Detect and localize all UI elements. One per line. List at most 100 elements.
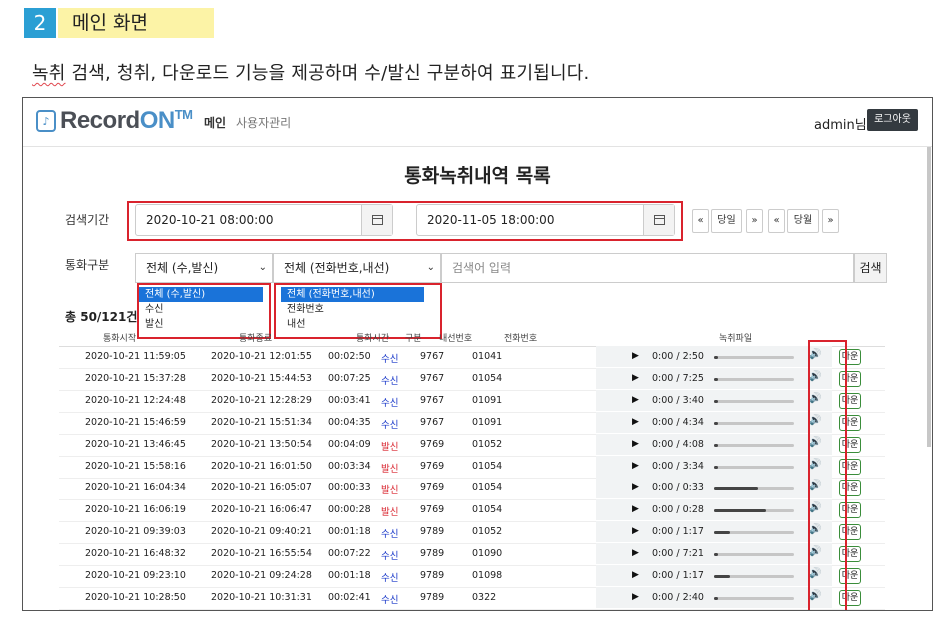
download-button[interactable]: 다운 [839,502,861,519]
cell-extension: 9767 [420,372,445,384]
cell-end: 2020-10-21 13:50:54 [211,438,312,450]
audio-progress-track[interactable] [714,553,794,557]
audio-progress-track[interactable] [714,596,794,600]
audio-progress-track[interactable] [714,399,794,403]
this-month-button[interactable]: 당월 [787,209,819,233]
volume-icon[interactable]: 🔊 [809,437,821,448]
download-button[interactable]: 다운 [839,392,861,409]
cell-start: 2020-10-21 15:37:28 [85,372,186,384]
date-from-input[interactable]: 2020-10-21 08:00:00 [135,204,393,236]
download-button[interactable]: 다운 [839,480,861,497]
download-button[interactable]: 다운 [839,349,861,365]
number-type-select[interactable]: 전체 (전화번호,내선) ⌄ [273,253,441,283]
dropdown-option[interactable]: 전체 (전화번호,내선) [281,287,424,302]
play-icon[interactable]: ▶ [632,592,639,602]
audio-progress-track[interactable] [714,356,794,359]
audio-progress-track[interactable] [714,377,794,381]
next-day-button[interactable]: » [746,209,763,233]
audio-player[interactable]: ▶ 0:00 / 1:17 🔊 [596,521,832,543]
download-button[interactable]: 다운 [839,524,861,541]
play-icon[interactable]: ▶ [632,526,639,536]
audio-progress-track[interactable] [714,487,794,491]
dropdown-option[interactable]: 수신 [139,302,263,317]
audio-player[interactable]: ▶ 0:00 / 4:34 🔊 [596,411,832,433]
nav-main[interactable]: 메인 [204,114,226,131]
prev-day-button[interactable]: « [692,209,709,233]
volume-icon[interactable]: 🔊 [809,393,821,404]
audio-progress-track[interactable] [714,575,794,578]
audio-progress-track[interactable] [714,509,794,513]
volume-icon[interactable]: 🔊 [809,546,821,557]
audio-progress-track[interactable] [714,443,794,447]
today-button[interactable]: 당일 [711,209,742,233]
play-icon[interactable]: ▶ [632,395,639,405]
volume-icon[interactable]: 🔊 [809,349,821,360]
volume-icon[interactable]: 🔊 [809,590,821,601]
audio-player[interactable]: ▶ 0:00 / 3:40 🔊 [596,389,832,411]
audio-player[interactable]: ▶ 0:00 / 2:50 🔊 [596,346,832,367]
audio-player[interactable]: ▶ 0:00 / 1:17 🔊 [596,565,832,586]
audio-time: 0:00 / 7:25 [652,372,704,384]
next-month-button[interactable]: » [822,209,839,233]
play-icon[interactable]: ▶ [632,461,639,471]
play-icon[interactable]: ▶ [632,482,639,492]
volume-icon[interactable]: 🔊 [809,502,821,513]
calendar-icon[interactable] [361,205,392,235]
volume-icon[interactable]: 🔊 [809,415,821,426]
audio-player[interactable]: ▶ 0:00 / 3:34 🔊 [596,455,832,477]
download-button[interactable]: 다운 [839,589,861,606]
volume-icon[interactable]: 🔊 [809,459,821,470]
table-row: 2020-10-21 15:37:28 2020-10-21 15:44:53 00… [59,367,885,391]
audio-player[interactable]: ▶ 0:00 / 7:25 🔊 [596,367,832,389]
logo-suffix: ON [139,107,176,134]
audio-player[interactable]: ▶ 0:00 / 4:08 🔊 [596,433,832,455]
search-button[interactable]: 검색 [854,253,887,283]
date-to-input[interactable]: 2020-11-05 18:00:00 [416,204,675,236]
cell-direction: 발신 [381,463,399,475]
play-icon[interactable]: ▶ [632,417,639,427]
play-icon[interactable]: ▶ [632,351,639,361]
volume-icon[interactable]: 🔊 [809,371,821,382]
audio-player[interactable]: ▶ 0:00 / 7:21 🔊 [596,543,832,565]
prev-month-button[interactable]: « [768,209,785,233]
audio-player[interactable]: ▶ 0:00 / 0:33 🔊 [596,477,832,499]
dropdown-option[interactable]: 전화번호 [281,302,424,317]
calendar-icon[interactable] [643,205,674,235]
play-icon[interactable]: ▶ [632,548,639,558]
cell-end: 2020-10-21 15:44:53 [211,372,312,384]
cell-extension: 9789 [420,548,445,560]
audio-progress-fill [714,509,766,513]
audio-player[interactable]: ▶ 0:00 / 2:40 🔊 [596,586,832,608]
volume-icon[interactable]: 🔊 [809,480,821,491]
play-icon[interactable]: ▶ [632,373,639,383]
user-name: admin님 [814,118,867,133]
cell-start: 2020-10-21 09:23:10 [85,570,186,581]
audio-progress-track[interactable] [714,421,794,425]
download-button[interactable]: 다운 [839,568,861,584]
download-button[interactable]: 다운 [839,546,861,563]
play-icon[interactable]: ▶ [632,439,639,449]
logout-button[interactable]: 로그아웃 [867,109,918,131]
cell-phone: 01054 [472,460,503,472]
download-button[interactable]: 다운 [839,414,861,431]
cell-start: 2020-10-21 10:28:50 [85,591,186,603]
play-icon[interactable]: ▶ [632,570,639,580]
date-to-value: 2020-11-05 18:00:00 [427,213,555,227]
play-icon[interactable]: ▶ [632,504,639,514]
download-button[interactable]: 다운 [839,458,861,475]
scrollbar[interactable] [927,147,931,447]
audio-progress-track[interactable] [714,531,794,535]
direction-select[interactable]: 전체 (수,발신) ⌄ [135,253,273,283]
volume-icon[interactable]: 🔊 [809,524,821,535]
download-button[interactable]: 다운 [839,370,861,387]
cell-direction: 수신 [381,375,399,387]
audio-player[interactable]: ▶ 0:00 / 0:28 🔊 [596,499,832,521]
search-input[interactable]: 검색어 입력 [441,253,854,283]
volume-icon[interactable]: 🔊 [809,568,821,579]
dropdown-option[interactable]: 전체 (수,발신) [139,287,263,302]
audio-progress-track[interactable] [714,465,794,469]
nav-user-management[interactable]: 사용자관리 [236,114,291,131]
logo[interactable]: ♪ RecordONTM [36,107,193,135]
download-button[interactable]: 다운 [839,436,861,453]
cell-end: 2020-10-21 12:28:29 [211,394,312,406]
